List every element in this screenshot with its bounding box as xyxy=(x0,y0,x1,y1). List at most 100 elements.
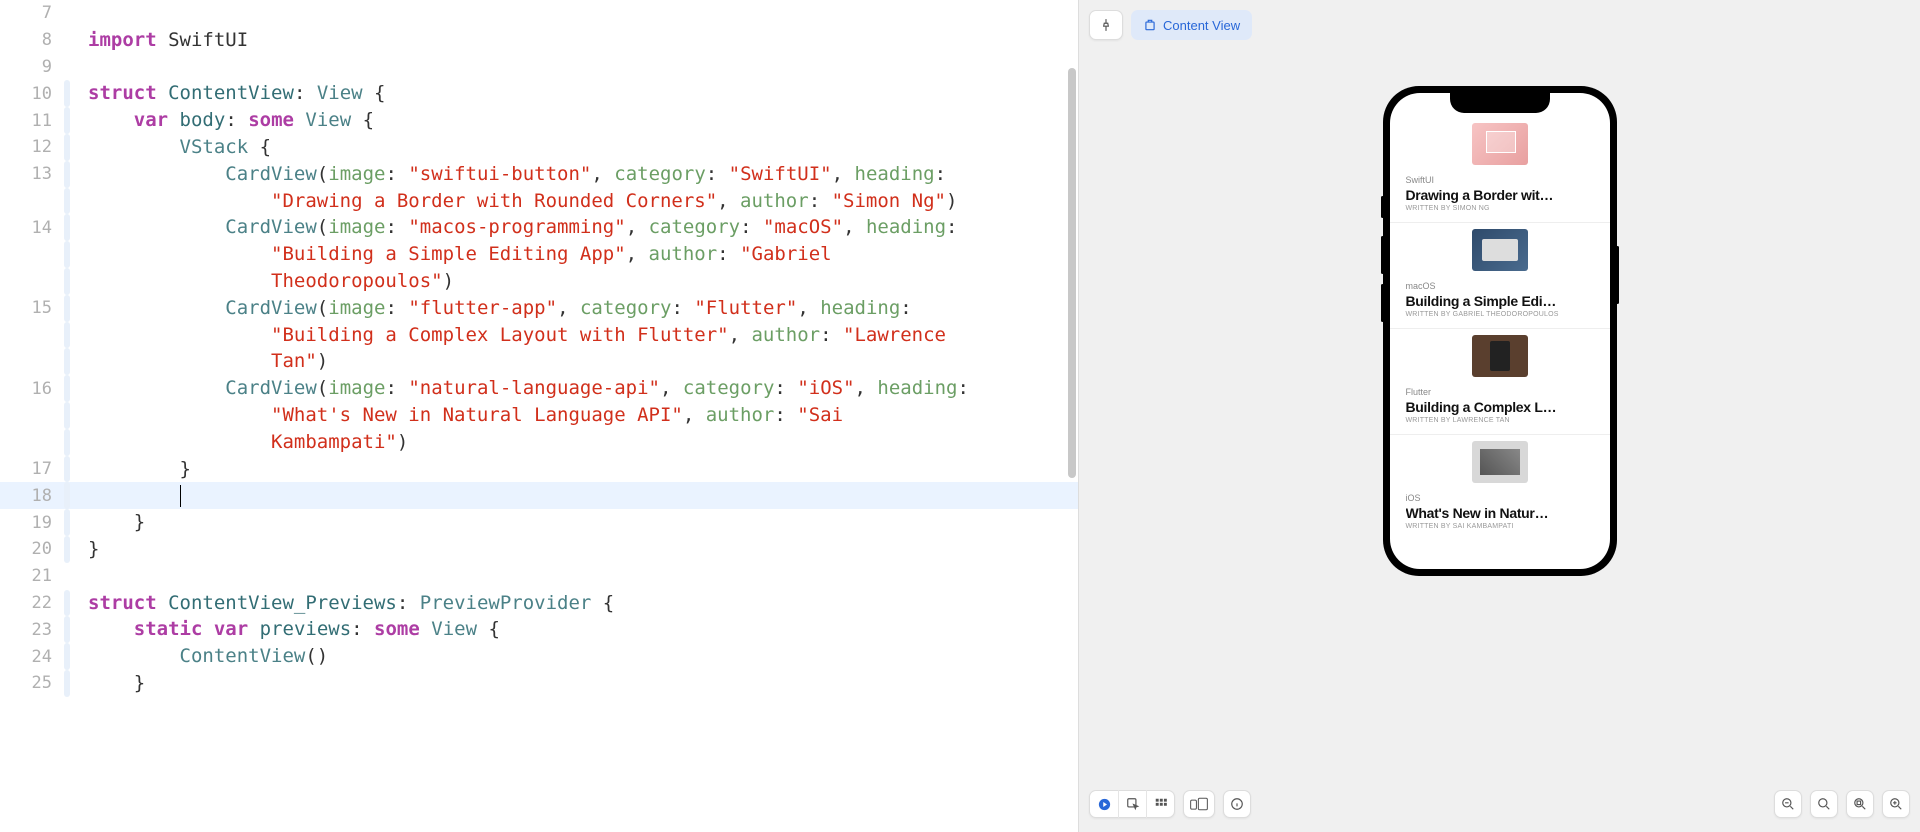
code-line[interactable]: } xyxy=(88,509,1078,536)
code-line[interactable]: "Drawing a Border with Rounded Corners",… xyxy=(88,188,1078,215)
grid-icon xyxy=(1154,797,1168,811)
code-line[interactable]: var body: some View { xyxy=(88,107,1078,134)
code-line[interactable]: VStack { xyxy=(88,134,1078,161)
preview-on-device-button[interactable] xyxy=(1223,790,1251,818)
card-author: WRITTEN BY SIMON NG xyxy=(1406,205,1594,212)
play-circle-icon xyxy=(1097,797,1112,812)
change-mark xyxy=(64,590,70,617)
code-line[interactable]: } xyxy=(88,536,1078,563)
code-line[interactable]: Kambampati") xyxy=(88,429,1078,456)
code-line[interactable]: struct ContentView: View { xyxy=(88,80,1078,107)
line-number: 10 xyxy=(0,80,60,107)
code-line[interactable] xyxy=(88,54,1078,81)
struct-icon xyxy=(1143,18,1157,32)
phone-volume-down xyxy=(1381,284,1384,322)
selectable-preview-button[interactable] xyxy=(1118,790,1146,818)
line-number: 25 xyxy=(0,670,60,697)
card-author: WRITTEN BY LAWRENCE TAN xyxy=(1406,417,1594,424)
card-image xyxy=(1472,441,1528,483)
zoom-actual-button[interactable] xyxy=(1810,790,1838,818)
change-mark xyxy=(64,375,70,402)
code-line[interactable]: CardView(image: "natural-language-api", … xyxy=(88,375,1078,402)
line-number: 22 xyxy=(0,590,60,617)
change-mark xyxy=(64,188,70,215)
line-number xyxy=(0,322,60,349)
code-line[interactable]: } xyxy=(88,456,1078,483)
device-frame-iphone: SwiftUI Drawing a Border wit… WRITTEN BY… xyxy=(1383,86,1617,576)
code-line[interactable]: } xyxy=(88,670,1078,697)
change-mark xyxy=(64,214,70,241)
device-notch xyxy=(1450,93,1550,113)
code-line[interactable]: "What's New in Natural Language API", au… xyxy=(88,402,1078,429)
line-number: 8 xyxy=(0,27,60,54)
preview-mode-segmented[interactable] xyxy=(1089,790,1175,818)
variants-preview-button[interactable] xyxy=(1146,790,1174,818)
device-settings-button[interactable] xyxy=(1183,790,1215,818)
line-number: 16 xyxy=(0,375,60,402)
code-line[interactable] xyxy=(88,0,1078,27)
change-mark xyxy=(64,509,70,536)
preview-header: Content View xyxy=(1089,10,1252,40)
zoom-actual-icon xyxy=(1817,797,1831,811)
pin-preview-button[interactable] xyxy=(1089,10,1123,40)
code-line[interactable]: "Building a Complex Layout with Flutter"… xyxy=(88,322,1078,349)
line-number xyxy=(0,188,60,215)
preview-card: Flutter Building a Complex L… WRITTEN BY… xyxy=(1390,335,1610,435)
line-number: 15 xyxy=(0,295,60,322)
code-editor[interactable]: 78910111213141516171819202122232425 impo… xyxy=(0,0,1078,832)
change-mark xyxy=(64,670,70,697)
card-image xyxy=(1472,335,1528,377)
change-mark xyxy=(64,241,70,268)
code-line[interactable]: import SwiftUI xyxy=(88,27,1078,54)
code-line[interactable]: CardView(image: "macos-programming", cat… xyxy=(88,214,1078,241)
line-number: 18 xyxy=(0,482,60,509)
card-heading: What's New in Natur… xyxy=(1406,505,1594,521)
line-number xyxy=(0,402,60,429)
card-heading: Building a Simple Edi… xyxy=(1406,293,1594,309)
zoom-out-button[interactable] xyxy=(1774,790,1802,818)
line-number: 9 xyxy=(0,54,60,81)
change-mark xyxy=(64,322,70,349)
change-mark xyxy=(64,268,70,295)
code-line[interactable] xyxy=(88,482,1078,509)
live-preview-button[interactable] xyxy=(1090,790,1118,818)
preview-target-chip[interactable]: Content View xyxy=(1131,10,1252,40)
zoom-fit-button[interactable] xyxy=(1846,790,1874,818)
code-line[interactable]: CardView(image: "flutter-app", category:… xyxy=(88,295,1078,322)
code-line[interactable]: "Building a Simple Editing App", author:… xyxy=(88,241,1078,268)
change-mark xyxy=(64,348,70,375)
card-category: macOS xyxy=(1406,281,1594,291)
change-mark xyxy=(64,429,70,456)
vertical-scrollbar[interactable] xyxy=(1068,68,1076,478)
code-line[interactable]: CardView(image: "swiftui-button", catego… xyxy=(88,161,1078,188)
code-line[interactable]: Theodoropoulos") xyxy=(88,268,1078,295)
change-mark xyxy=(64,107,70,134)
change-mark xyxy=(64,295,70,322)
card-category: Flutter xyxy=(1406,387,1594,397)
zoom-fit-icon xyxy=(1853,797,1867,811)
card-image xyxy=(1472,123,1528,165)
code-line[interactable]: ContentView() xyxy=(88,643,1078,670)
change-mark xyxy=(64,80,70,107)
change-mark xyxy=(64,482,70,509)
line-number: 20 xyxy=(0,536,60,563)
cursor-square-icon xyxy=(1126,797,1140,811)
phone-mute-switch xyxy=(1381,196,1384,218)
code-line[interactable]: static var previews: some View { xyxy=(88,616,1078,643)
change-mark xyxy=(64,134,70,161)
code-area[interactable]: import SwiftUI struct ContentView: View {… xyxy=(76,0,1078,832)
zoom-in-icon xyxy=(1889,797,1903,811)
card-image xyxy=(1472,229,1528,271)
change-mark xyxy=(64,536,70,563)
zoom-in-button[interactable] xyxy=(1882,790,1910,818)
line-number: 17 xyxy=(0,456,60,483)
line-number: 21 xyxy=(0,563,60,590)
device-screen[interactable]: SwiftUI Drawing a Border wit… WRITTEN BY… xyxy=(1390,93,1610,569)
card-category: SwiftUI xyxy=(1406,175,1594,185)
code-line[interactable]: struct ContentView_Previews: PreviewProv… xyxy=(88,590,1078,617)
change-mark xyxy=(64,456,70,483)
code-line[interactable] xyxy=(88,563,1078,590)
phone-volume-up xyxy=(1381,236,1384,274)
code-line[interactable]: Tan") xyxy=(88,348,1078,375)
line-number: 24 xyxy=(0,643,60,670)
